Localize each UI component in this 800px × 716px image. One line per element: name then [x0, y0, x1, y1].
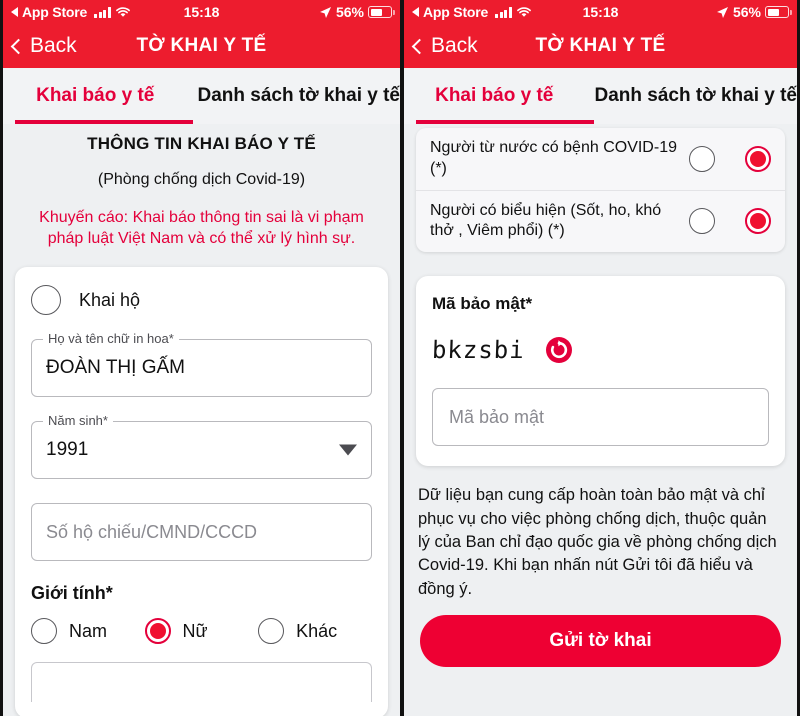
question-1-radio-no[interactable]	[689, 208, 715, 235]
back-button-label: Back	[431, 34, 478, 57]
back-button[interactable]: Back	[411, 34, 478, 58]
status-bar-right-panel: App Store 15:18 56%	[404, 0, 797, 24]
status-bar-right-r: 56%	[716, 4, 792, 20]
tab-danh-sach-to-khai[interactable]: Danh sách tờ khai y tế	[584, 85, 797, 107]
nav-bar: Back TỜ KHAI Y TẾ	[3, 24, 400, 68]
battery-percent: 56%	[335, 4, 364, 20]
wifi-icon	[115, 7, 130, 17]
tab-khai-bao-y-te[interactable]: Khai báo y tế	[404, 85, 584, 107]
captcha-text: bkzsbi	[431, 336, 526, 365]
fullname-field-value: ĐOÀN THỊ GẤM	[46, 357, 185, 379]
status-bar-back-app: App Store	[22, 4, 88, 20]
security-code-card: Mã bảo mật* bkzsbi Mã bảo mật	[416, 276, 785, 467]
question-text-foreign-country: Người từ nước có bệnh COVID-19 (*)	[430, 139, 677, 177]
location-arrow-icon	[716, 6, 728, 18]
proxy-declare-radio[interactable]	[31, 285, 61, 316]
location-arrow-icon	[319, 6, 331, 18]
fullname-field[interactable]: Họ và tên chữ in hoa* ĐOÀN THỊ GẤM	[31, 331, 372, 398]
submit-declaration-button[interactable]: Gửi tờ khai	[420, 615, 781, 668]
security-code-label: Mã bảo mật*	[432, 294, 533, 314]
birthyear-field-value: 1991	[46, 439, 89, 461]
privacy-notice-text: Dữ liệu bạn cung cấp hoàn toàn bảo mật v…	[418, 486, 777, 598]
gender-radio-nam[interactable]	[31, 618, 57, 645]
triangle-left-icon	[11, 7, 18, 17]
dual-phone-screenshot: App Store 15:18 56% Back TỜ KHAI Y TẾ Kh…	[0, 0, 800, 716]
form-subheading: (Phòng chống dịch Covid-19)	[97, 171, 306, 188]
question-options	[689, 145, 771, 172]
captcha-input-placeholder: Mã bảo mật	[449, 406, 545, 427]
tab-khai-bao-y-te[interactable]: Khai báo y tế	[3, 85, 187, 107]
back-button-label: Back	[30, 34, 77, 57]
battery-percent: 56%	[732, 4, 761, 20]
question-text-symptoms: Người có biểu hiện (Sốt, ho, khó thở , V…	[430, 201, 662, 240]
gender-radio-khac[interactable]	[258, 618, 285, 645]
tab-bar-right-panel: Khai báo y tế Danh sách tờ khai y tế	[404, 68, 797, 124]
back-button[interactable]: Back	[10, 34, 77, 58]
nav-bar-right-panel: Back TỜ KHAI Y TẾ	[404, 24, 797, 68]
gender-radio-nu[interactable]	[144, 618, 171, 645]
cellular-bars-icon	[94, 6, 111, 18]
gender-option-khac[interactable]: Khác	[258, 618, 372, 645]
phone-screen-right: App Store 15:18 56% Back TỜ KHAI Y TẾ Kh…	[400, 0, 800, 716]
question-options	[689, 208, 771, 235]
captcha-input[interactable]: Mã bảo mật	[432, 388, 769, 447]
id-number-field[interactable]: Số hộ chiếu/CMND/CCCD	[31, 503, 372, 562]
wifi-icon	[516, 7, 531, 17]
question-row: Người từ nước có bệnh COVID-19 (*)	[416, 128, 785, 190]
chevron-left-icon	[411, 38, 428, 54]
gender-radio-group: Nam Nữ Khác	[31, 618, 372, 645]
chevron-down-icon[interactable]	[339, 444, 357, 456]
battery-icon	[368, 6, 395, 18]
proxy-declare-row[interactable]: Khai hộ	[31, 285, 372, 316]
intro-block: THÔNG TIN KHAI BÁO Y TẾ (Phòng chống dịc…	[3, 124, 400, 254]
battery-icon	[765, 6, 792, 18]
cellular-bars-icon	[495, 6, 512, 18]
gender-option-nam[interactable]: Nam	[31, 618, 145, 645]
status-bar-right: 56%	[319, 4, 395, 20]
status-bar-left: App Store	[11, 4, 131, 20]
phone-screen-left: App Store 15:18 56% Back TỜ KHAI Y TẾ Kh…	[0, 0, 400, 716]
birthyear-field[interactable]: Năm sinh* 1991	[31, 413, 372, 480]
personal-info-card: Khai hộ Họ và tên chữ in hoa* ĐOÀN THỊ G…	[15, 267, 388, 716]
triangle-left-icon	[412, 7, 419, 17]
status-bar: App Store 15:18 56%	[3, 0, 400, 24]
question-0-radio-yes[interactable]	[745, 145, 771, 172]
id-number-field-placeholder: Số hộ chiếu/CMND/CCCD	[46, 521, 258, 542]
refresh-captcha-icon[interactable]	[545, 336, 573, 364]
fullname-field-legend: Họ và tên chữ in hoa*	[43, 331, 179, 347]
gender-group-label: Giới tính*	[31, 583, 113, 604]
scroll-body-left[interactable]: THÔNG TIN KHAI BÁO Y TẾ (Phòng chống dịc…	[3, 124, 400, 716]
proxy-declare-label: Khai hộ	[79, 289, 141, 310]
submit-button-wrap: Gửi tờ khai	[404, 601, 797, 668]
form-warning-text: Khuyến cáo: Khai báo thông tin sai là vi…	[39, 209, 364, 248]
tab-danh-sach-to-khai[interactable]: Danh sách tờ khai y tế	[187, 85, 400, 107]
tab-bar: Khai báo y tế Danh sách tờ khai y tế	[3, 68, 400, 124]
scroll-body-right[interactable]: Người từ nước có bệnh COVID-19 (*) Người…	[404, 124, 797, 716]
gender-label-khac: Khác	[296, 620, 338, 641]
question-0-radio-no[interactable]	[689, 145, 715, 172]
gender-label-nam: Nam	[69, 620, 108, 641]
birthyear-field-legend: Năm sinh*	[43, 413, 113, 429]
gender-label-nu: Nữ	[182, 620, 208, 641]
gender-option-nu[interactable]: Nữ	[144, 618, 259, 645]
status-bar-left-r: App Store	[412, 4, 532, 20]
question-row: Người có biểu hiện (Sốt, ho, khó thở , V…	[416, 189, 785, 253]
question-1-radio-yes[interactable]	[745, 208, 771, 235]
symptom-questions-card: Người từ nước có bệnh COVID-19 (*) Người…	[416, 128, 785, 253]
status-bar-back-app: App Store	[423, 4, 489, 20]
captcha-row: bkzsbi	[432, 336, 769, 364]
chevron-left-icon	[10, 38, 27, 54]
next-field-partial[interactable]	[31, 662, 372, 703]
form-heading: THÔNG TIN KHAI BÁO Y TẾ	[87, 134, 316, 153]
